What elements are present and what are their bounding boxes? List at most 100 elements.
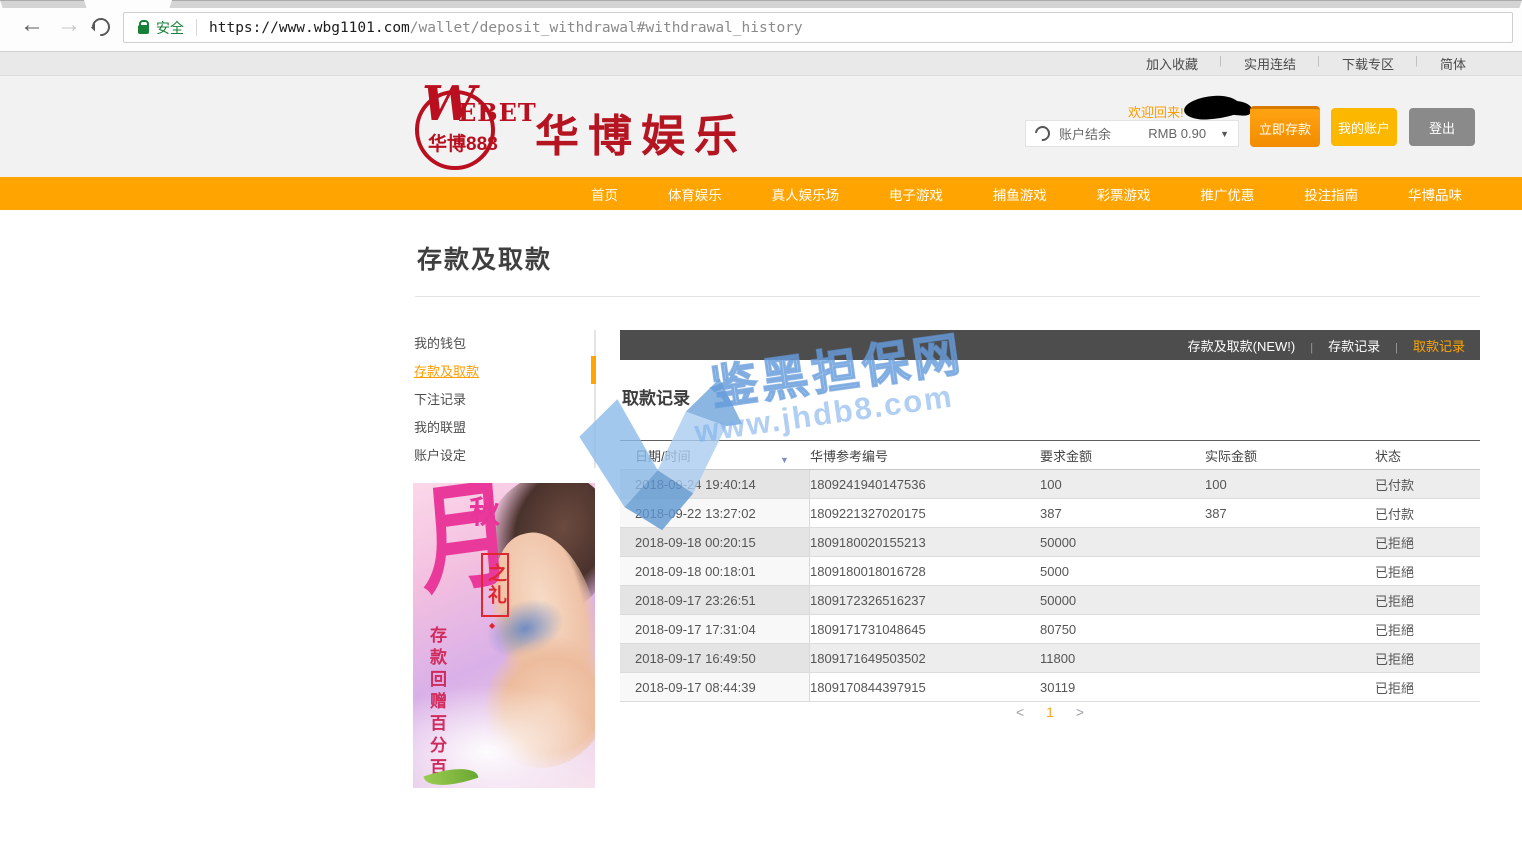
table-row: 2018-09-17 16:49:50 1809171649503502 118… [620, 644, 1480, 673]
nav-item[interactable]: 华博品味 [1408, 184, 1462, 204]
banner-seal-dot: ◆ [489, 621, 495, 630]
cell-reference: 1809171649503502 [810, 644, 1040, 672]
screen: ← → 安全 https://www.wbg1101.com/wallet/de… [0, 0, 1522, 855]
address-bar[interactable]: 安全 https://www.wbg1101.com/wallet/deposi… [123, 12, 1513, 43]
cell-actual-amount [1205, 528, 1375, 556]
secure-label: 安全 [156, 18, 184, 38]
cell-actual-amount [1205, 644, 1375, 672]
title-divider [415, 296, 1480, 297]
cell-status: 已拒絕 [1375, 615, 1479, 643]
cell-date: 2018-09-17 23:26:51 [620, 586, 810, 614]
logo-brand-text: 华博娱乐 [535, 100, 747, 164]
browser-tab-left[interactable] [0, 0, 87, 8]
welcome-text: 欢迎回来! [1128, 102, 1184, 121]
cell-reference: 1809171731048645 [810, 615, 1040, 643]
deposit-now-button[interactable]: 立即存款 [1250, 106, 1320, 147]
logout-button[interactable]: 登出 [1409, 108, 1475, 146]
header-date-label: 日期/时间 [635, 449, 691, 464]
nav-item[interactable]: 真人娱乐场 [772, 184, 840, 204]
cell-status: 已拒絕 [1375, 644, 1479, 672]
section-title: 取款记录 [622, 384, 690, 409]
wallet-tab-bar: 存款及取款(NEW!) 存款记录取款记录 [620, 330, 1480, 360]
cell-reference: 1809172326516237 [810, 586, 1040, 614]
forward-icon[interactable]: → [57, 12, 81, 38]
pagination-next[interactable]: > [1076, 704, 1084, 720]
nav-item[interactable]: 彩票游戏 [1097, 184, 1151, 204]
cell-actual-amount: 100 [1205, 470, 1375, 498]
nav-item[interactable]: 体育娱乐 [668, 184, 722, 204]
logo-ebet: EBET [458, 98, 537, 127]
sidebar-item[interactable]: 存款及取款 [414, 358, 589, 386]
withdrawal-table: 日期/时间 ▼ 华博参考编号 要求金额 实际金额 状态 2018-09-24 19… [620, 440, 1480, 702]
balance-dropdown[interactable]: 账户结余 RMB 0.90 ▼ [1025, 120, 1239, 147]
banner-slogan: 存款回赠百分百 [424, 626, 449, 780]
top-link[interactable]: 实用连结 [1244, 54, 1296, 73]
cell-reference: 1809241940147536 [810, 470, 1040, 498]
pagination-prev[interactable]: < [1016, 704, 1024, 720]
top-link[interactable]: 加入收藏 [1146, 54, 1198, 73]
pagination-page-1[interactable]: 1 [1046, 704, 1054, 720]
nav-item[interactable]: 推广优惠 [1200, 184, 1254, 204]
lock-icon [138, 25, 149, 34]
cell-date: 2018-09-17 17:31:04 [620, 615, 810, 643]
table-row: 2018-09-18 00:18:01 1809180018016728 500… [620, 557, 1480, 586]
cell-reference: 1809170844397915 [810, 673, 1040, 701]
cell-actual-amount [1205, 673, 1375, 701]
url-domain: https://www.wbg1101.com [209, 20, 410, 36]
sidebar-item[interactable]: 账户设定 [414, 442, 589, 470]
sidebar-item[interactable]: 下注记录 [414, 386, 589, 414]
wallet-tab[interactable]: 取款记录 [1395, 336, 1465, 355]
nav-item[interactable]: 首页 [591, 184, 618, 204]
cell-requested-amount: 50000 [1040, 528, 1205, 556]
sidebar-menu: 我的钱包存款及取款下注记录我的联盟账户设定 [414, 330, 589, 470]
header-reference[interactable]: 华博参考编号 [810, 446, 1040, 465]
nav-item[interactable]: 投注指南 [1304, 184, 1358, 204]
balance-value: RMB 0.90 [1148, 126, 1206, 141]
cell-requested-amount: 50000 [1040, 586, 1205, 614]
banner-title-top: 秋 [469, 487, 500, 532]
header-actual-amount[interactable]: 实际金额 [1205, 446, 1375, 465]
sidebar-item[interactable]: 我的钱包 [414, 330, 589, 358]
my-account-button[interactable]: 我的账户 [1331, 108, 1397, 146]
sidebar-active-indicator [591, 356, 596, 384]
cell-reference: 1809221327020175 [810, 499, 1040, 527]
header-requested-amount[interactable]: 要求金额 [1040, 446, 1205, 465]
wallet-tab[interactable]: 存款及取款(NEW!) [1188, 336, 1296, 355]
cell-reference: 1809180020155213 [810, 528, 1040, 556]
table-row: 2018-09-17 08:44:39 1809170844397915 301… [620, 673, 1480, 702]
nav-item[interactable]: 捕鱼游戏 [993, 184, 1047, 204]
nav-item[interactable]: 电子游戏 [889, 184, 943, 204]
cell-requested-amount: 80750 [1040, 615, 1205, 643]
site-header: W EBET 华博888 华博娱乐 欢迎回来! 账户结余 RMB 0.90 ▼ … [0, 76, 1522, 177]
cell-date: 2018-09-17 08:44:39 [620, 673, 810, 701]
back-icon[interactable]: ← [20, 12, 44, 38]
cell-requested-amount: 11800 [1040, 644, 1205, 672]
table-row: 2018-09-17 23:26:51 1809172326516237 500… [620, 586, 1480, 615]
table-row: 2018-09-24 19:40:14 1809241940147536 100… [620, 470, 1480, 499]
top-link[interactable]: 简体 [1440, 54, 1466, 73]
main-nav: 首页 体育娱乐 真人娱乐场 电子游戏 捕鱼游戏 彩票游戏 推广优惠 投注指南 华博品味 [0, 177, 1522, 210]
cell-date: 2018-09-18 00:18:01 [620, 557, 810, 585]
cell-requested-amount: 5000 [1040, 557, 1205, 585]
site-logo[interactable]: W EBET 华博888 华博娱乐 [415, 84, 815, 174]
username-redaction [1183, 94, 1242, 121]
sidebar-item[interactable]: 我的联盟 [414, 414, 589, 442]
url-separator [196, 19, 197, 36]
page-title: 存款及取款 [417, 240, 552, 276]
table-row: 2018-09-18 00:20:15 1809180020155213 500… [620, 528, 1480, 557]
cell-actual-amount: 387 [1205, 499, 1375, 527]
header-date[interactable]: 日期/时间 ▼ [620, 446, 810, 465]
cell-date: 2018-09-22 13:27:02 [620, 499, 810, 527]
chevron-down-icon[interactable]: ▼ [1220, 129, 1229, 139]
browser-tab-strip[interactable] [169, 0, 1522, 8]
header-status[interactable]: 状态 [1375, 446, 1480, 465]
wallet-tab[interactable]: 存款记录 [1310, 336, 1380, 355]
cell-date: 2018-09-18 00:20:15 [620, 528, 810, 556]
promo-banner[interactable]: 月 秋 之礼 ◆ 存款回赠百分百 [413, 483, 595, 788]
pagination: < 1 > [620, 704, 1480, 720]
cell-status: 已付款 [1375, 499, 1479, 527]
refresh-icon[interactable] [88, 14, 113, 39]
top-link[interactable]: 下载专区 [1342, 54, 1394, 73]
balance-refresh-icon[interactable] [1032, 123, 1053, 144]
sort-desc-icon[interactable]: ▼ [780, 455, 789, 465]
